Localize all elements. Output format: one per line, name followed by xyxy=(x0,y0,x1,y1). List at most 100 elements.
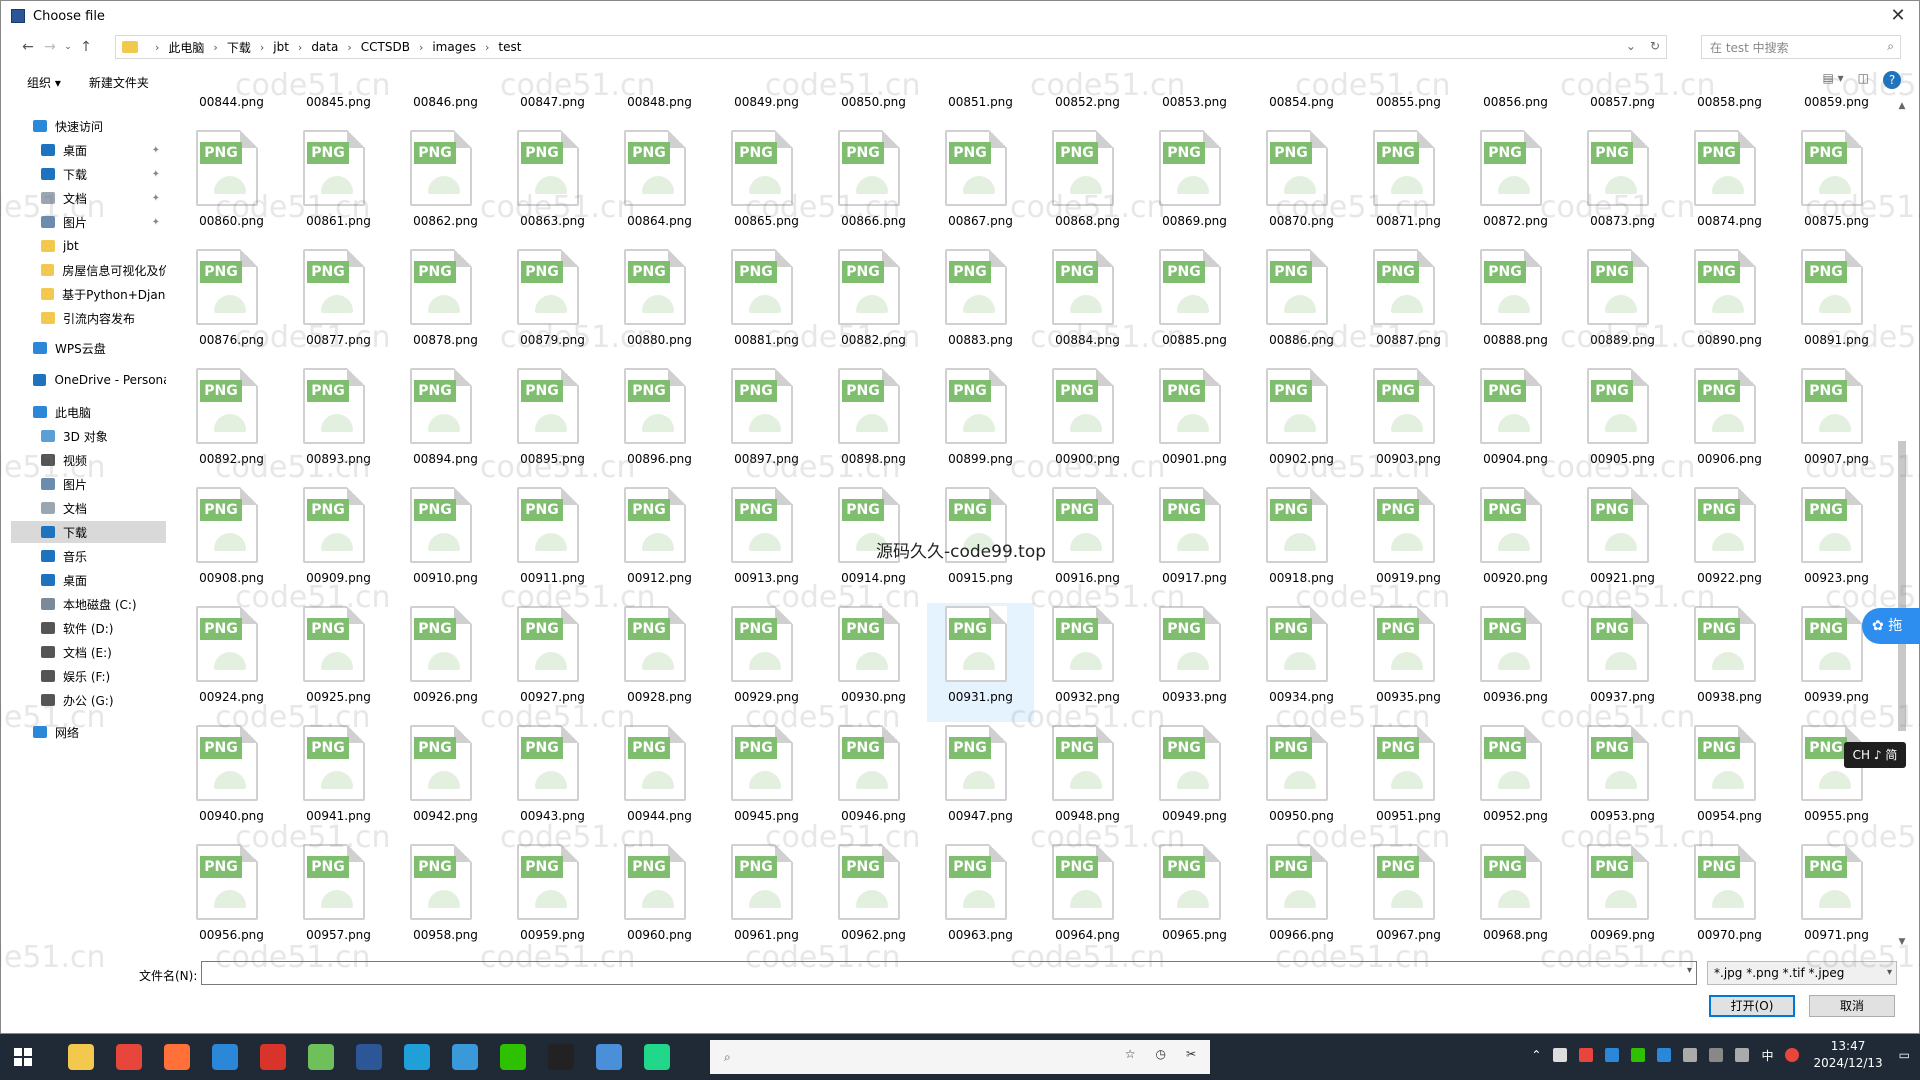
file-tile[interactable]: PNG 00951.png xyxy=(1355,722,1462,841)
recent-dropdown-icon[interactable]: ⌄ xyxy=(61,36,75,58)
file-type-select[interactable]: *.jpg *.png *.tif *.jpeg ▾ xyxy=(1707,961,1897,985)
file-tile[interactable]: PNG 00906.png xyxy=(1676,365,1783,484)
file-tile[interactable]: PNG 00874.png xyxy=(1676,127,1783,246)
screenshot-icon[interactable] xyxy=(596,1044,622,1070)
file-tile[interactable]: PNG 00910.png xyxy=(392,484,499,603)
file-name-label[interactable]: 00847.png xyxy=(504,95,601,109)
file-tile[interactable]: PNG 00869.png xyxy=(1141,127,1248,246)
file-tile[interactable]: PNG 00898.png xyxy=(820,365,927,484)
file-tile[interactable]: PNG 00935.png xyxy=(1355,603,1462,722)
chevron-right-icon[interactable]: › xyxy=(419,41,423,54)
breadcrumb-item[interactable]: › CCTSDB xyxy=(338,40,410,54)
taskbar-search-box[interactable]: ⌕ ☆ ◷ ✂ xyxy=(710,1040,1210,1074)
firefox-icon[interactable] xyxy=(164,1044,190,1070)
file-tile[interactable]: PNG 00863.png xyxy=(499,127,606,246)
file-tile[interactable]: PNG 00882.png xyxy=(820,246,927,365)
file-tile[interactable]: PNG 00888.png xyxy=(1462,246,1569,365)
file-tile[interactable]: PNG 00893.png xyxy=(285,365,392,484)
star-icon[interactable]: ☆ xyxy=(1125,1047,1136,1061)
file-tile[interactable]: PNG 00934.png xyxy=(1248,603,1355,722)
file-tile[interactable]: PNG 00948.png xyxy=(1034,722,1141,841)
file-tile[interactable]: PNG 00946.png xyxy=(820,722,927,841)
file-tile[interactable]: PNG 00930.png xyxy=(820,603,927,722)
windows-start-icon[interactable] xyxy=(14,1048,32,1066)
file-name-label[interactable]: 00852.png xyxy=(1039,95,1136,109)
file-name-label[interactable]: 00859.png xyxy=(1788,95,1885,109)
sidebar-item[interactable]: 软件 (D:) xyxy=(11,617,166,639)
file-tile[interactable]: PNG 00961.png xyxy=(713,841,820,951)
file-tile[interactable]: PNG 00895.png xyxy=(499,365,606,484)
file-name-label[interactable]: 00845.png xyxy=(290,95,387,109)
file-tile[interactable]: PNG 00937.png xyxy=(1569,603,1676,722)
sidebar-item[interactable]: 快速访问 xyxy=(11,115,166,137)
file-tile[interactable]: PNG 00936.png xyxy=(1462,603,1569,722)
sidebar-item[interactable]: OneDrive - Persona xyxy=(11,369,166,391)
notepad-icon[interactable] xyxy=(308,1044,334,1070)
notification-icon[interactable]: ▭ xyxy=(1899,1048,1910,1062)
file-tile[interactable]: PNG 00860.png xyxy=(181,127,285,246)
file-tile[interactable]: PNG 00947.png xyxy=(927,722,1034,841)
file-tile[interactable]: PNG 00871.png xyxy=(1355,127,1462,246)
scroll-down-icon[interactable]: ▼ xyxy=(1897,937,1907,947)
chevron-right-icon[interactable]: › xyxy=(213,41,217,54)
file-tile[interactable]: PNG 00879.png xyxy=(499,246,606,365)
file-tile[interactable]: PNG 00957.png xyxy=(285,841,392,951)
file-tile[interactable]: PNG 00932.png xyxy=(1034,603,1141,722)
file-tile[interactable]: PNG 00862.png xyxy=(392,127,499,246)
file-tile[interactable]: PNG 00917.png xyxy=(1141,484,1248,603)
file-tile[interactable]: PNG 00901.png xyxy=(1141,365,1248,484)
file-tile[interactable]: PNG 00909.png xyxy=(285,484,392,603)
file-tile[interactable]: PNG 00865.png xyxy=(713,127,820,246)
file-tile[interactable]: PNG 00892.png xyxy=(181,365,285,484)
breadcrumb-item[interactable]: › data xyxy=(289,40,338,54)
file-tile[interactable]: PNG 00883.png xyxy=(927,246,1034,365)
file-tile[interactable]: PNG 00864.png xyxy=(606,127,713,246)
file-tile[interactable]: PNG 00965.png xyxy=(1141,841,1248,951)
file-tile[interactable]: PNG 00924.png xyxy=(181,603,285,722)
file-name-label[interactable]: 00848.png xyxy=(611,95,708,109)
file-name-label[interactable]: 00849.png xyxy=(718,95,815,109)
file-tile[interactable]: PNG 00942.png xyxy=(392,722,499,841)
sidebar-item[interactable]: 文档 (E:) xyxy=(11,641,166,663)
view-options-icon[interactable]: ▤ ▾ xyxy=(1822,71,1843,89)
filename-input[interactable]: ▾ xyxy=(201,961,1697,985)
sidebar-item[interactable]: 图片 xyxy=(11,473,166,495)
file-tile[interactable]: PNG 00902.png xyxy=(1248,365,1355,484)
file-tile[interactable]: PNG 00899.png xyxy=(927,365,1034,484)
breadcrumb-item[interactable]: › test xyxy=(476,40,521,54)
file-tile[interactable]: PNG 00958.png xyxy=(392,841,499,951)
sidebar-item[interactable]: WPS云盘 xyxy=(11,337,166,359)
file-tile[interactable]: PNG 00952.png xyxy=(1462,722,1569,841)
file-tile[interactable]: PNG 00944.png xyxy=(606,722,713,841)
file-tile[interactable]: PNG 00954.png xyxy=(1676,722,1783,841)
wps-icon[interactable] xyxy=(260,1044,286,1070)
file-name-label[interactable]: 00850.png xyxy=(825,95,922,109)
file-tile[interactable]: PNG 00900.png xyxy=(1034,365,1141,484)
clock[interactable]: 13:47 2024/12/13 xyxy=(1813,1038,1882,1072)
chevron-down-icon[interactable]: ▾ xyxy=(1887,962,1892,984)
file-tile[interactable]: PNG 00867.png xyxy=(927,127,1034,246)
file-tile[interactable]: PNG 00908.png xyxy=(181,484,285,603)
file-name-label[interactable]: 00856.png xyxy=(1467,95,1564,109)
breadcrumb-item[interactable]: › images xyxy=(410,40,476,54)
file-tile[interactable]: PNG 00873.png xyxy=(1569,127,1676,246)
sidebar-item[interactable]: 文档 xyxy=(11,497,166,519)
file-tile[interactable]: PNG 00931.png xyxy=(927,603,1034,722)
file-tile[interactable]: PNG 00897.png xyxy=(713,365,820,484)
breadcrumb-item[interactable]: › 下载 xyxy=(204,39,250,56)
vscode-tray-icon[interactable] xyxy=(1605,1048,1620,1062)
file-tile[interactable]: PNG 00949.png xyxy=(1141,722,1248,841)
sidebar-item[interactable]: 3D 对象 xyxy=(11,425,166,447)
address-field[interactable]: › 此电脑 › 下载 › jbt › data › CCTSDB › images › test ⌄ ↻ xyxy=(115,35,1667,59)
file-tile[interactable]: PNG 00923.png xyxy=(1783,484,1890,603)
file-tile[interactable]: PNG 00894.png xyxy=(392,365,499,484)
file-tile[interactable]: PNG 00875.png xyxy=(1783,127,1890,246)
file-tile[interactable]: PNG 00907.png xyxy=(1783,365,1890,484)
preview-pane-icon[interactable]: ◫ xyxy=(1858,71,1869,89)
ime-tray-icon[interactable] xyxy=(1785,1048,1800,1062)
file-tile[interactable]: PNG 00960.png xyxy=(606,841,713,951)
scrollbar-thumb[interactable] xyxy=(1898,441,1906,731)
sidebar-item[interactable]: 此电脑 xyxy=(11,401,166,423)
help-icon[interactable]: ? xyxy=(1883,71,1901,89)
file-tile[interactable]: PNG 00966.png xyxy=(1248,841,1355,951)
